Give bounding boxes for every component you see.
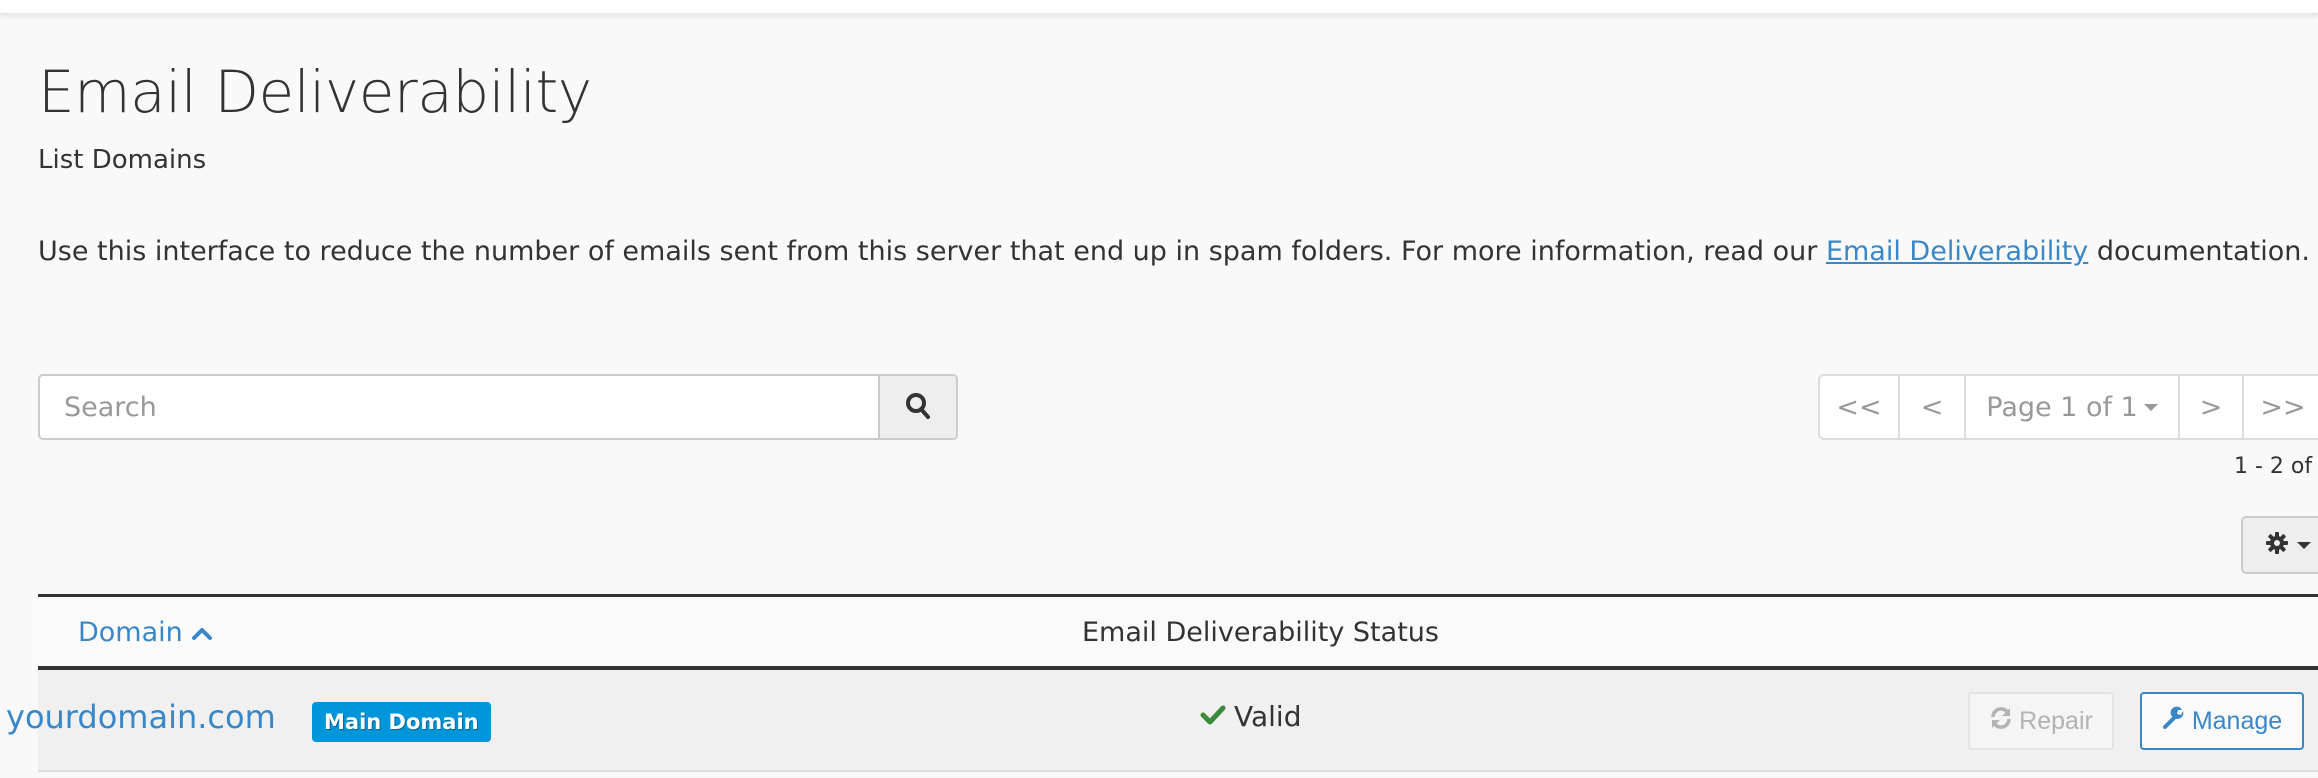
manage-label: Manage <box>2191 706 2283 735</box>
page-title: Email Deliverability <box>38 58 592 126</box>
caret-down-icon <box>2297 541 2311 549</box>
settings-dropdown-button[interactable] <box>2241 516 2318 574</box>
first-page-button[interactable]: << <box>1820 376 1900 438</box>
column-header-status: Email Deliverability Status <box>1082 617 1439 648</box>
results-count: 1 - 2 of 2 <box>2234 454 2318 479</box>
page-description: Use this interface to reduce the number … <box>38 236 2310 267</box>
documentation-link[interactable]: Email Deliverability <box>1826 236 2088 267</box>
page-subtitle: List Domains <box>38 145 207 175</box>
wrench-icon <box>2162 706 2186 737</box>
column-header-domain-label: Domain <box>78 617 183 648</box>
caret-down-icon <box>2143 403 2158 411</box>
search-icon <box>905 392 931 423</box>
last-page-button[interactable]: >> <box>2244 376 2318 438</box>
refresh-icon <box>1989 706 2013 737</box>
domains-table: Domain Email Deliverability Status yourd… <box>6 594 2318 772</box>
page-label: Page 1 of 1 <box>1986 391 2138 423</box>
description-text-end: documentation. <box>2088 236 2310 267</box>
pagination: << < Page 1 of 1 > >> <box>1818 374 2318 440</box>
search-group <box>38 374 958 440</box>
status-cell: Valid <box>1200 700 1301 733</box>
description-text-start: Use this interface to reduce the number … <box>38 236 1826 267</box>
main-domain-badge: Main Domain <box>312 702 491 742</box>
check-icon <box>1200 700 1226 733</box>
search-button[interactable] <box>878 376 956 438</box>
search-input[interactable] <box>40 376 878 438</box>
repair-button[interactable]: Repair <box>1968 692 2114 750</box>
sort-ascending-icon <box>191 617 213 648</box>
page-select-dropdown[interactable]: Page 1 of 1 <box>1966 376 2180 438</box>
column-header-domain[interactable]: Domain <box>78 617 213 648</box>
gear-icon <box>2265 531 2289 559</box>
next-page-button[interactable]: > <box>2180 376 2244 438</box>
top-bar <box>0 0 2318 14</box>
previous-page-button[interactable]: < <box>1900 376 1966 438</box>
repair-label: Repair <box>2019 706 2093 735</box>
table-header: Domain Email Deliverability Status <box>38 594 2318 670</box>
table-row: yourdomain.com Main Domain Valid Repair … <box>6 670 2318 772</box>
manage-button[interactable]: Manage <box>2140 692 2304 750</box>
domain-link[interactable]: yourdomain.com <box>6 698 276 736</box>
status-text: Valid <box>1234 700 1302 733</box>
